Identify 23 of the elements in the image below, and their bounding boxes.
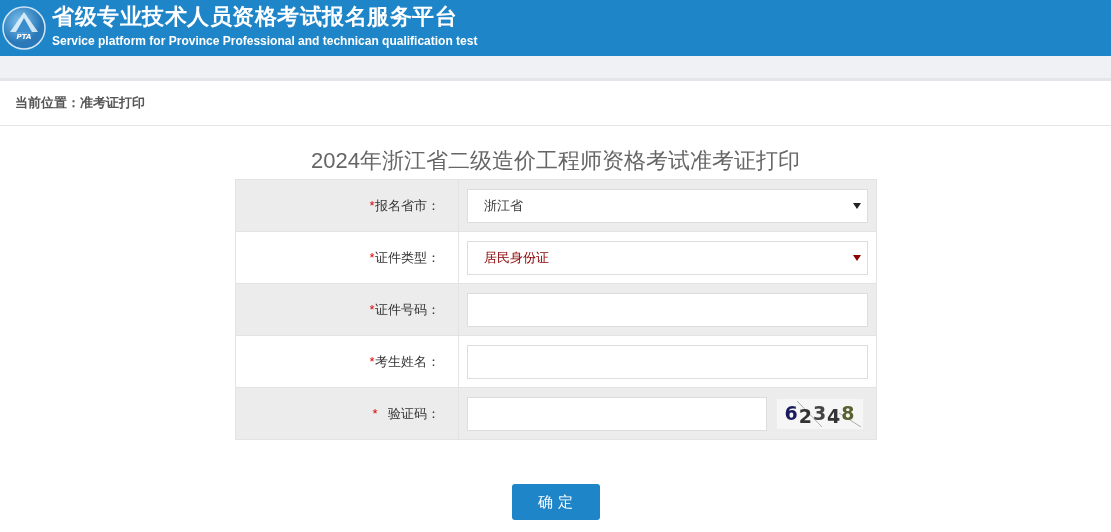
site-title: 省级专业技术人员资格考试报名服务平台: [52, 4, 458, 30]
confirm-button[interactable]: 确 定: [511, 484, 600, 520]
captcha-image[interactable]: 62348: [776, 398, 863, 429]
required-mark: *: [369, 198, 375, 213]
field-label: 考生姓名：: [374, 352, 440, 371]
required-mark: *: [369, 354, 375, 369]
captcha-field[interactable]: [466, 396, 767, 431]
breadcrumb: 当前位置：准考证打印: [15, 94, 145, 112]
caret-icon: [852, 202, 861, 209]
select-field[interactable]: 居民身份证: [466, 240, 868, 275]
select-field[interactable]: 浙江省: [466, 188, 868, 223]
required-mark: *: [369, 250, 375, 265]
input-field[interactable]: [466, 344, 868, 379]
field-label: 证件类型：: [374, 248, 440, 267]
form-title: 2024年浙江省二级造价工程师资格考试准考证打印: [311, 147, 800, 175]
field-label: 验证码：: [387, 404, 440, 423]
input-field[interactable]: [466, 292, 868, 327]
field-label: 报名省市：: [374, 196, 440, 215]
caret-icon: [852, 254, 861, 261]
required-mark: *: [369, 302, 375, 317]
site-subtitle: Service platform for Province Professional and technican qualification test: [52, 34, 478, 48]
required-mark: *: [372, 406, 378, 421]
field-label: 证件号码：: [374, 300, 440, 319]
